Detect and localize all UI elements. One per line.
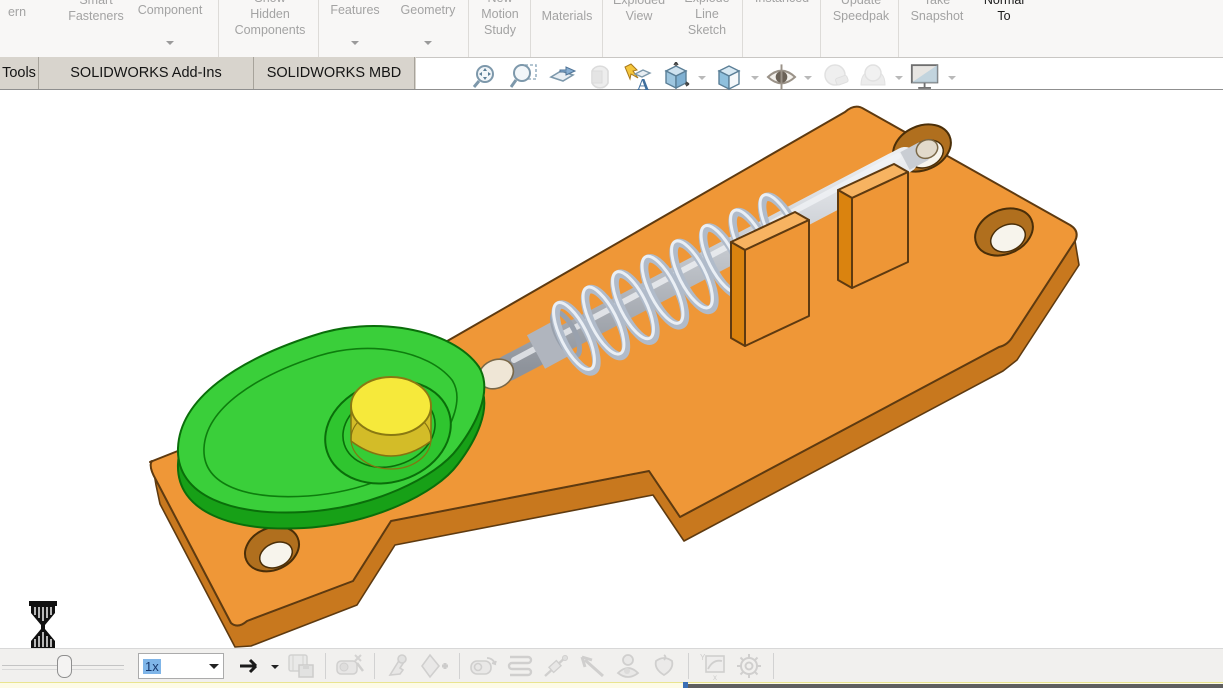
svg-text:x: x xyxy=(713,673,717,680)
toolbar-separator xyxy=(688,653,689,679)
ribbon-item-dimetric[interactable]: Dimetric xyxy=(1156,0,1220,4)
ribbon-item-update-speedpak[interactable]: Update Speedpak xyxy=(824,0,898,24)
gravity-icon[interactable] xyxy=(649,652,679,680)
add-key-icon[interactable] xyxy=(420,652,450,680)
heads-up-view-toolbar: A xyxy=(470,60,956,94)
chevron-down-icon[interactable] xyxy=(424,41,432,49)
view-orientation-icon[interactable] xyxy=(660,62,691,93)
ribbon-item-explode-line-sketch[interactable]: Explode Line Sketch xyxy=(674,0,740,38)
ribbon-item-normal-to[interactable]: Normal To xyxy=(976,0,1032,24)
assembly-3d-view[interactable] xyxy=(0,90,1223,648)
ribbon-item-materials[interactable]: Materials xyxy=(534,8,600,24)
chevron-down-icon[interactable] xyxy=(166,41,174,49)
ribbon-separator xyxy=(218,0,219,57)
command-manager-tabs: Tools SOLIDWORKS Add-Ins SOLIDWORKS MBD xyxy=(0,57,416,90)
apply-scene-icon[interactable] xyxy=(857,62,888,93)
view-settings-icon[interactable] xyxy=(910,62,941,93)
ribbon-item-smart-fasteners[interactable]: Smart Fasteners xyxy=(58,0,134,24)
motion-manager-toolbar: 1x Yx xyxy=(0,648,1223,683)
chevron-down-icon[interactable] xyxy=(271,665,279,673)
auto-key-icon[interactable] xyxy=(384,652,414,680)
ribbon-item-component[interactable]: Component xyxy=(124,2,216,18)
timeline-dark-strip xyxy=(688,684,1223,688)
ribbon-separator xyxy=(318,0,319,57)
toolbar-separator xyxy=(459,653,460,679)
ribbon-item-exploded-view[interactable]: Exploded View xyxy=(606,0,672,24)
ribbon-separator xyxy=(468,0,469,57)
dynamic-annotation-views-icon[interactable]: A xyxy=(622,62,653,93)
spring-icon[interactable] xyxy=(505,652,535,680)
ribbon-item-new-motion-study[interactable]: New Motion Study xyxy=(472,0,528,38)
chevron-down-icon[interactable] xyxy=(751,76,759,84)
ribbon-item-features[interactable]: Features xyxy=(324,2,386,18)
chevron-down-icon[interactable] xyxy=(209,663,219,674)
svg-text:Y: Y xyxy=(700,653,706,662)
ribbon-separator xyxy=(530,0,531,57)
svg-text:A: A xyxy=(637,75,650,92)
ribbon-separator xyxy=(602,0,603,57)
chevron-down-icon[interactable] xyxy=(698,76,706,84)
ribbon-separator xyxy=(742,0,743,57)
graphics-area[interactable] xyxy=(0,90,1223,653)
ribbon-separator xyxy=(820,0,821,57)
ribbon-item-take-snapshot[interactable]: Take Snapshot xyxy=(902,0,972,24)
zoom-to-fit-icon[interactable] xyxy=(470,62,501,93)
ribbon-item-trimetric[interactable]: Trimetric xyxy=(1092,0,1156,4)
results-plots-icon[interactable]: Yx xyxy=(698,652,728,680)
ribbon-separator xyxy=(898,0,899,57)
edit-appearance-icon[interactable] xyxy=(819,62,850,93)
hide-show-items-icon[interactable] xyxy=(766,62,797,93)
ribbon-item-instanced[interactable]: Instanced xyxy=(746,0,818,6)
ribbon-item-pattern[interactable]: ern xyxy=(2,4,32,20)
previous-view-icon[interactable] xyxy=(546,62,577,93)
tab-solidworks-mbd[interactable]: SOLIDWORKS MBD xyxy=(254,57,415,89)
toolbar-separator xyxy=(374,653,375,679)
force-icon[interactable] xyxy=(577,652,607,680)
chevron-down-icon[interactable] xyxy=(948,76,956,84)
motor-icon[interactable] xyxy=(469,652,499,680)
tab-tools[interactable]: Tools xyxy=(0,57,39,89)
display-style-icon[interactable] xyxy=(713,62,744,93)
chevron-down-icon[interactable] xyxy=(804,76,812,84)
ribbon-item-isometric[interactable]: Isometric xyxy=(1026,0,1090,4)
tab-solidworks-add-ins[interactable]: SOLIDWORKS Add-Ins xyxy=(39,57,254,89)
playback-slider[interactable] xyxy=(2,652,124,680)
ribbon-item-geometry[interactable]: Geometry xyxy=(392,2,464,18)
ribbon-item-show-hidden-components[interactable]: Show Hidden Components xyxy=(222,0,318,38)
slider-thumb[interactable] xyxy=(57,655,72,678)
chevron-down-icon[interactable] xyxy=(895,76,903,84)
save-animation-icon[interactable] xyxy=(286,652,316,680)
chevron-down-icon[interactable] xyxy=(351,41,359,49)
play-mode-arrow-icon[interactable] xyxy=(236,652,266,680)
contact-icon[interactable] xyxy=(613,652,643,680)
toolbar-separator xyxy=(773,653,774,679)
section-view-icon[interactable] xyxy=(584,62,615,93)
playback-speed-value: 1x xyxy=(143,658,161,674)
damper-icon[interactable] xyxy=(541,652,571,680)
command-manager-ribbon: ern Smart Fasteners Component Show Hidde… xyxy=(0,0,1223,58)
animation-wizard-icon[interactable] xyxy=(335,652,365,680)
playback-speed-combo[interactable]: 1x xyxy=(138,653,224,679)
motion-study-properties-gear-icon[interactable] xyxy=(734,652,764,680)
toolbar-separator xyxy=(325,653,326,679)
zoom-to-area-icon[interactable] xyxy=(508,62,539,93)
